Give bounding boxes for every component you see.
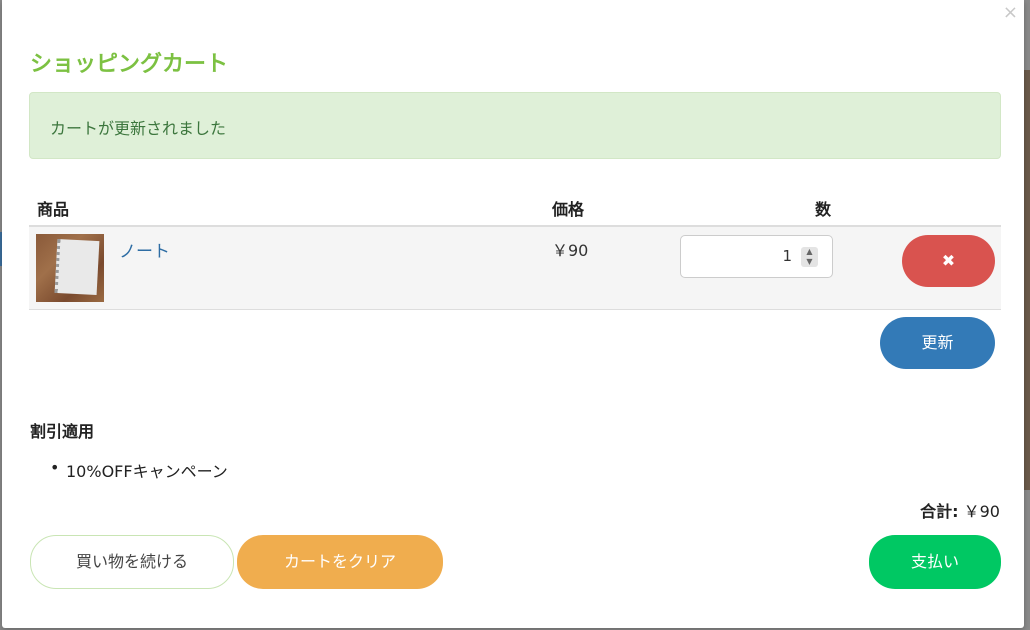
discount-list: • 10%OFFキャンペーン bbox=[50, 458, 228, 482]
cart-modal: × ショッピングカート カートが更新されました 商品 価格 数 ノート ￥90 … bbox=[2, 0, 1024, 628]
header-product: 商品 bbox=[37, 200, 70, 219]
update-cart-button[interactable]: 更新 bbox=[880, 317, 995, 369]
notebook-image bbox=[54, 238, 100, 296]
discount-title: 割引適用 bbox=[30, 422, 95, 441]
header-quantity: 数 bbox=[815, 200, 832, 219]
background-page-edge bbox=[1024, 70, 1030, 490]
product-name-link[interactable]: ノート bbox=[119, 237, 170, 262]
clear-cart-button[interactable]: カートをクリア bbox=[237, 535, 443, 589]
bullet-icon: • bbox=[50, 458, 60, 477]
continue-shopping-button[interactable]: 買い物を続ける bbox=[30, 535, 234, 589]
product-price: ￥90 bbox=[552, 241, 589, 260]
close-icon[interactable]: × bbox=[1003, 2, 1018, 24]
pay-button[interactable]: 支払い bbox=[869, 535, 1001, 589]
total-value: ￥90 bbox=[963, 502, 1000, 521]
total-label: 合計: bbox=[920, 502, 959, 521]
quantity-stepper[interactable]: 1 ▲ ▼ bbox=[680, 235, 833, 278]
spinner-arrows-icon[interactable]: ▲ ▼ bbox=[801, 247, 818, 267]
quantity-value[interactable]: 1 bbox=[782, 247, 792, 265]
header-price: 価格 bbox=[552, 200, 585, 219]
remove-item-button[interactable]: ✖ bbox=[902, 235, 995, 287]
table-row: ノート ￥90 1 ▲ ▼ ✖ bbox=[29, 227, 1001, 310]
success-alert: カートが更新されました bbox=[29, 92, 1001, 159]
table-header: 商品 価格 数 bbox=[29, 190, 1001, 227]
product-thumbnail[interactable] bbox=[36, 234, 104, 302]
modal-title: ショッピングカート bbox=[30, 52, 229, 77]
discount-item: 10%OFFキャンペーン bbox=[66, 462, 228, 481]
cart-table: 商品 価格 数 ノート ￥90 1 ▲ ▼ ✖ bbox=[29, 190, 1001, 310]
cart-total: 合計: ￥90 bbox=[920, 498, 1000, 522]
